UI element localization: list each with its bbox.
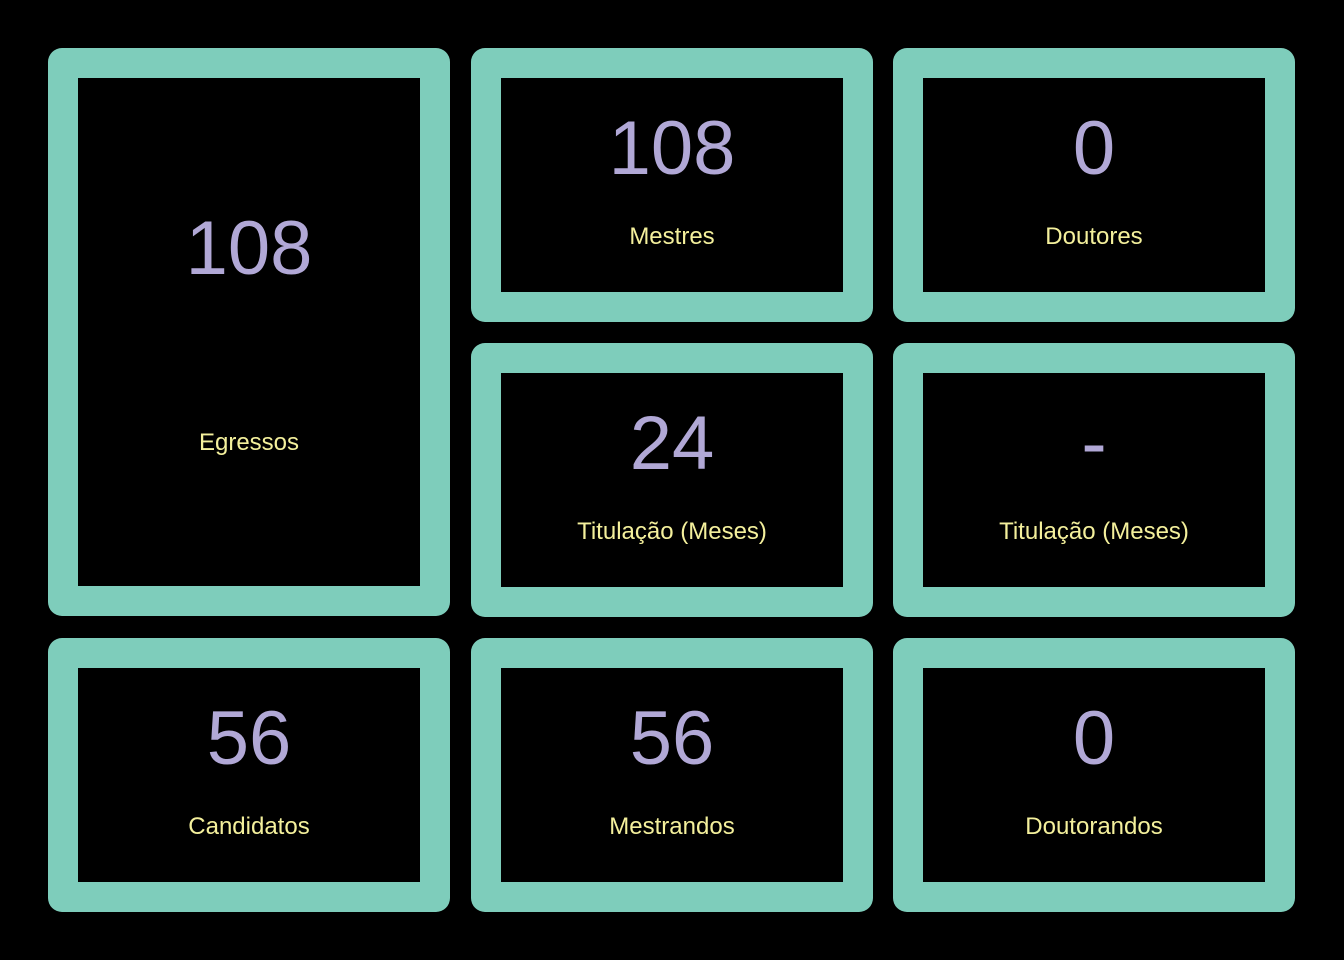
candidatos-card: 56 Candidatos	[48, 638, 450, 912]
mestrandos-card: 56 Mestrandos	[471, 638, 873, 912]
doutores-card: 0 Doutores	[893, 48, 1295, 322]
doutorandos-value: 0	[1072, 696, 1116, 781]
titulacao-mestrado-card: 24 Titulação (Meses)	[471, 343, 873, 617]
titulacao-doutorado-value: -	[1081, 401, 1107, 486]
titulacao-doutorado-card: - Titulação (Meses)	[893, 343, 1295, 617]
mestres-card: 108 Mestres	[471, 48, 873, 322]
egressos-card: 108 Egressos	[48, 48, 450, 616]
titulacao-doutorado-label: Titulação (Meses)	[999, 518, 1189, 545]
egressos-value: 108	[185, 206, 313, 291]
titulacao-mestrado-label: Titulação (Meses)	[577, 518, 767, 545]
mestres-label: Mestres	[629, 223, 715, 250]
titulacao-mestrado-value: 24	[629, 401, 715, 486]
candidatos-value: 56	[206, 696, 292, 781]
egressos-label: Egressos	[198, 429, 300, 456]
mestrandos-label: Mestrandos	[609, 813, 735, 840]
mestres-value: 108	[608, 106, 736, 191]
doutores-label: Doutores	[1045, 223, 1143, 250]
doutorandos-card: 0 Doutorandos	[893, 638, 1295, 912]
mestrandos-value: 56	[629, 696, 715, 781]
doutorandos-label: Doutorandos	[1025, 813, 1163, 840]
doutores-value: 0	[1072, 106, 1116, 191]
candidatos-label: Candidatos	[188, 813, 310, 840]
